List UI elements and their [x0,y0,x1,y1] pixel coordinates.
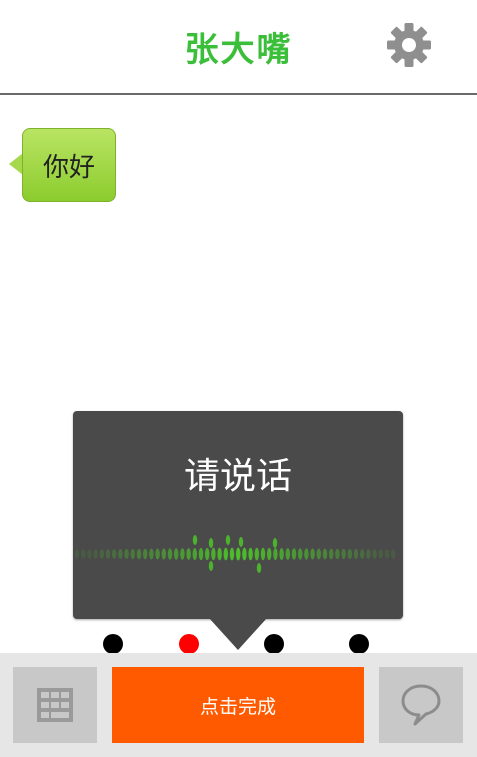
voice-prompt: 请说话 [183,456,292,497]
speech-bubble-icon [401,684,441,726]
message-bubble[interactable]: 你好 [22,128,116,202]
message-bubble-tail [9,153,23,175]
finish-button[interactable]: 点击完成 [112,667,364,743]
settings-button[interactable] [386,22,432,68]
page-dot [349,634,369,654]
gear-icon [387,23,431,67]
page-dot [264,634,284,654]
bottom-bar: 点击完成 [0,653,477,757]
popup-pointer [209,618,267,650]
voice-input-popup: 请说话 [73,411,403,619]
keyboard-button[interactable] [13,667,97,743]
voice-waveform-icon [74,535,396,573]
keyboard-icon [37,688,73,722]
page-dot [103,634,123,654]
page-dot-active [179,634,199,654]
header: 张大嘴 [0,0,477,95]
chat-mode-button[interactable] [379,667,463,743]
